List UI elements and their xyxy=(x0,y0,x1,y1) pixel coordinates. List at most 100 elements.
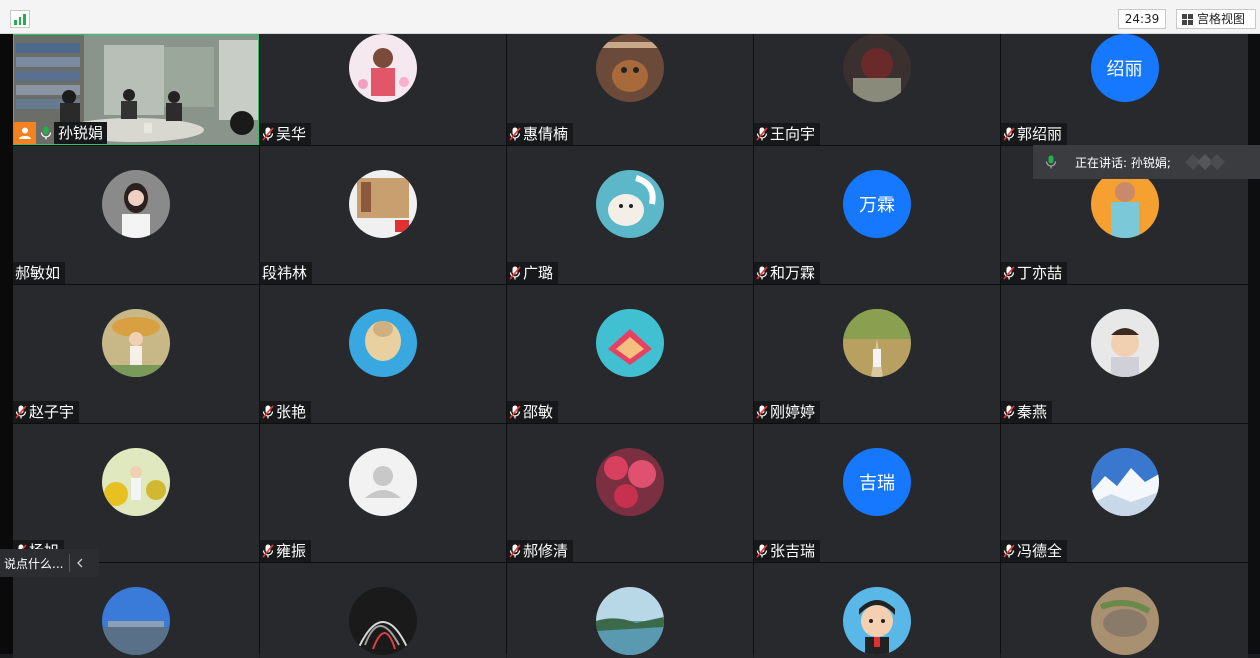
avatar xyxy=(843,587,911,655)
participant-name: 雍振 xyxy=(276,542,307,560)
avatar xyxy=(843,309,911,377)
participant-tile[interactable]: 赵子宇 xyxy=(13,285,259,423)
participant-name: 郭绍丽 xyxy=(1017,125,1063,143)
avatar xyxy=(349,170,417,238)
user-placeholder-icon xyxy=(365,466,401,498)
host-badge-icon xyxy=(14,122,36,144)
participant-tile[interactable]: 刚婷婷 xyxy=(754,285,1000,423)
participant-tile[interactable]: 张艳 xyxy=(260,285,506,423)
participant-name: 王向宇 xyxy=(770,125,816,143)
participant-tile[interactable]: 邵敏 xyxy=(507,285,753,423)
mic-muted-icon xyxy=(509,544,521,558)
chat-placeholder: 说点什么... xyxy=(4,556,64,571)
participant-tile[interactable]: 杨旭 xyxy=(13,424,259,562)
participant-tile[interactable]: 惠倩楠 xyxy=(507,34,753,145)
mic-muted-icon xyxy=(1003,127,1015,141)
participant-name: 段祎林 xyxy=(262,264,308,282)
participant-tile[interactable] xyxy=(754,563,1000,658)
avatar-initials: 万霖 xyxy=(843,170,911,238)
participant-name: 秦燕 xyxy=(1017,403,1048,421)
participant-name: 张艳 xyxy=(276,403,307,421)
participant-name: 郝修清 xyxy=(523,542,569,560)
mic-muted-icon xyxy=(756,405,768,419)
mic-muted-icon xyxy=(15,405,27,419)
avatar xyxy=(1090,309,1159,377)
mic-muted-icon xyxy=(262,127,274,141)
avatar xyxy=(349,309,417,377)
participant-tile[interactable]: 吴华 xyxy=(260,34,506,145)
participant-tile-self[interactable]: 孙锐娟 xyxy=(13,34,259,145)
participant-name: 丁亦喆 xyxy=(1017,264,1063,282)
chat-input[interactable]: 说点什么... xyxy=(0,549,99,577)
participant-tile[interactable]: 绍丽 郭绍丽 xyxy=(1001,34,1248,145)
participant-tile[interactable] xyxy=(1001,563,1248,658)
grid-view-button[interactable]: 宫格视图 xyxy=(1176,9,1256,29)
participant-tile[interactable]: 王向宇 xyxy=(754,34,1000,145)
participant-name: 广璐 xyxy=(523,264,554,282)
participant-name: 赵子宇 xyxy=(29,403,75,421)
participant-tile[interactable]: 秦燕 xyxy=(1001,285,1248,423)
avatar-initials: 吉瑞 xyxy=(843,448,911,516)
network-signal-icon[interactable] xyxy=(10,10,30,28)
participant-tile[interactable] xyxy=(13,563,259,658)
avatar xyxy=(102,448,170,516)
participant-nameplate: 丁亦喆 xyxy=(1001,262,1068,284)
chevron-left-icon[interactable] xyxy=(76,558,84,568)
participant-name: 张吉瑞 xyxy=(770,542,816,560)
participant-nameplate: 秦燕 xyxy=(1001,401,1053,423)
participant-tile[interactable]: 郝敏如 xyxy=(13,146,259,284)
mic-muted-icon xyxy=(262,405,274,419)
avatar xyxy=(1090,170,1159,238)
mic-muted-icon xyxy=(1003,266,1015,280)
participant-nameplate: 郝敏如 xyxy=(13,262,66,284)
participant-name: 冯德全 xyxy=(1017,542,1063,560)
avatar-initials: 绍丽 xyxy=(1090,34,1159,102)
participant-tile[interactable]: 广璐 xyxy=(507,146,753,284)
participant-nameplate: 惠倩楠 xyxy=(507,123,574,145)
participant-name: 吴华 xyxy=(276,125,307,143)
participant-tile[interactable]: 吉瑞 张吉瑞 xyxy=(754,424,1000,562)
participant-grid: 孙锐娟 吴华 惠倩楠 王向宇 绍丽 郭绍丽 郝敏如 段祎林 广璐 万霖 和万霖 … xyxy=(13,34,1260,658)
participant-tile[interactable] xyxy=(507,563,753,658)
speaking-wave-icon xyxy=(1184,154,1225,170)
participant-nameplate: 张艳 xyxy=(260,401,312,423)
participant-name: 和万霖 xyxy=(770,264,816,282)
participant-tile[interactable]: 郝修清 xyxy=(507,424,753,562)
speaking-indicator: 正在讲话: 孙锐娟; xyxy=(1033,145,1260,179)
participant-nameplate: 刚婷婷 xyxy=(754,401,821,423)
participant-nameplate: 冯德全 xyxy=(1001,540,1068,562)
participant-tile[interactable]: 冯德全 xyxy=(1001,424,1248,562)
speaking-text: 正在讲话: 孙锐娟; xyxy=(1075,155,1171,170)
participant-tile[interactable]: 雍振 xyxy=(260,424,506,562)
mic-speaking-icon xyxy=(1045,155,1057,169)
participant-name: 孙锐娟 xyxy=(54,122,108,144)
participant-nameplate: 广璐 xyxy=(507,262,559,284)
mic-muted-icon xyxy=(1003,544,1015,558)
avatar xyxy=(596,34,664,102)
mic-active-icon xyxy=(40,126,52,140)
mic-muted-icon xyxy=(509,266,521,280)
avatar xyxy=(102,587,170,655)
avatar xyxy=(596,587,664,655)
participant-name: 惠倩楠 xyxy=(523,125,569,143)
divider xyxy=(69,554,71,572)
participant-tile[interactable]: 万霖 和万霖 xyxy=(754,146,1000,284)
participant-nameplate: 吴华 xyxy=(260,123,312,145)
top-toolbar: 24:39 宫格视图 xyxy=(0,0,1260,34)
participant-tile[interactable]: 段祎林 xyxy=(260,146,506,284)
participant-nameplate: 张吉瑞 xyxy=(754,540,821,562)
avatar xyxy=(843,34,911,102)
mic-muted-icon xyxy=(509,405,521,419)
default-avatar xyxy=(349,448,417,516)
participant-tile[interactable] xyxy=(260,563,506,658)
mic-muted-icon xyxy=(262,544,274,558)
participant-nameplate: 段祎林 xyxy=(260,262,313,284)
mic-muted-icon xyxy=(756,266,768,280)
avatar xyxy=(596,448,664,516)
avatar xyxy=(349,34,417,102)
participant-nameplate: 孙锐娟 xyxy=(14,122,112,144)
participant-nameplate: 和万霖 xyxy=(754,262,821,284)
mic-muted-icon xyxy=(509,127,521,141)
grid-icon xyxy=(1182,13,1193,25)
mic-muted-icon xyxy=(756,127,768,141)
